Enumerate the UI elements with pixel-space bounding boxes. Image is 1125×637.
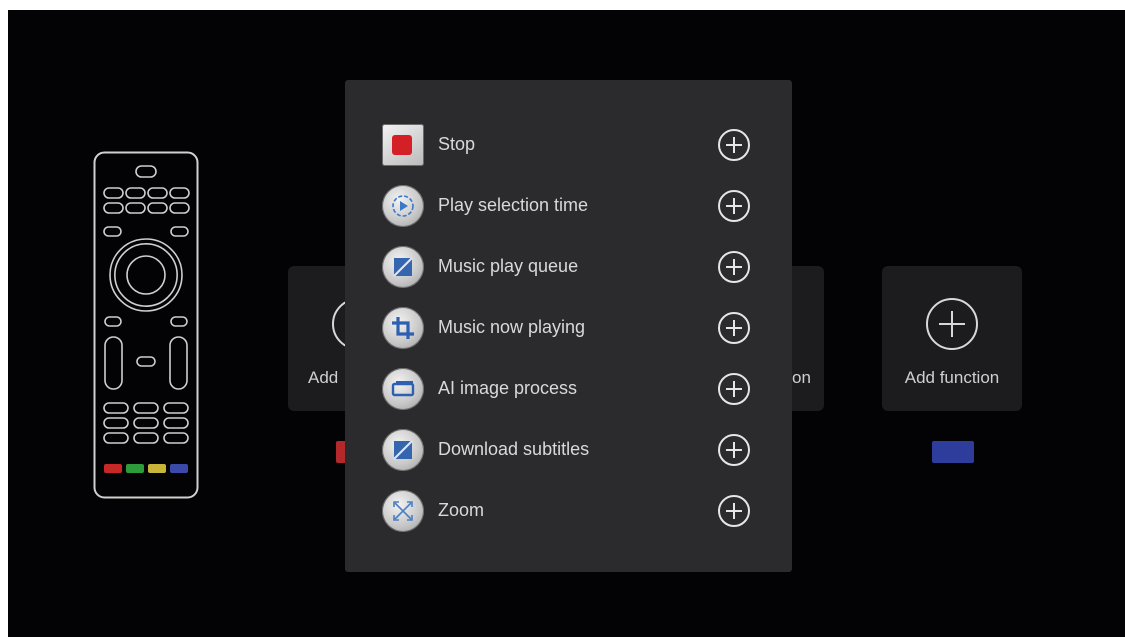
ai-image-icon <box>382 368 424 410</box>
function-item-stop[interactable]: Stop <box>345 117 792 173</box>
add-icon[interactable] <box>718 190 750 222</box>
function-select-popup: Stop Play selection time Music play queu… <box>345 80 792 572</box>
function-card-blue[interactable]: Add function <box>882 266 1022 411</box>
zoom-icon <box>382 490 424 532</box>
add-icon[interactable] <box>718 373 750 405</box>
function-item-label: Play selection time <box>438 195 589 215</box>
stop-icon <box>382 124 424 166</box>
function-item-zoom[interactable]: Zoom <box>345 483 792 539</box>
music-queue-icon <box>382 246 424 288</box>
add-icon[interactable] <box>718 434 750 466</box>
tv-screen: Add on Add function Stop Play selection … <box>8 10 1125 637</box>
remote-control-icon <box>93 151 199 499</box>
add-icon[interactable] <box>718 312 750 344</box>
function-item-music-play-queue[interactable]: Music play queue <box>345 239 792 295</box>
function-item-play-selection-time[interactable]: Play selection time <box>345 178 792 234</box>
add-icon[interactable] <box>718 129 750 161</box>
function-item-download-subtitles[interactable]: Download subtitles <box>345 422 792 478</box>
add-icon[interactable] <box>718 251 750 283</box>
crop-icon <box>382 307 424 349</box>
add-circle-icon <box>926 298 978 350</box>
function-item-label: AI image process <box>438 378 578 398</box>
function-item-label: Music play queue <box>438 256 579 276</box>
blue-key-swatch <box>932 441 974 463</box>
function-item-label: Stop <box>438 134 476 154</box>
function-item-ai-image-process[interactable]: AI image process <box>345 361 792 417</box>
function-item-label: Zoom <box>438 500 485 520</box>
subtitles-icon <box>382 429 424 471</box>
card-label: Add function <box>904 368 1000 387</box>
function-item-label: Music now playing <box>438 317 586 337</box>
function-item-music-now-playing[interactable]: Music now playing <box>345 300 792 356</box>
card-label: on <box>792 368 811 387</box>
play-time-icon <box>382 185 424 227</box>
add-icon[interactable] <box>718 495 750 527</box>
function-item-label: Download subtitles <box>438 439 590 459</box>
